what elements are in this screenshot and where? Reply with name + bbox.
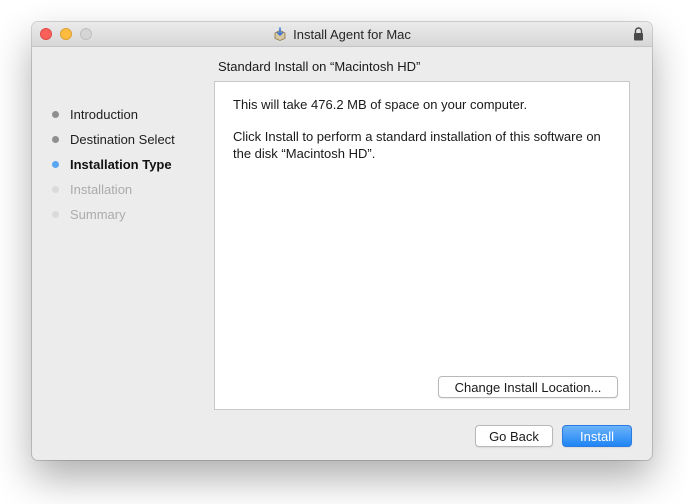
step-label: Summary xyxy=(70,207,126,222)
install-button[interactable]: Install xyxy=(562,425,632,447)
installer-window: Install Agent for Mac Standard Install o… xyxy=(32,22,652,460)
window-title-area: Install Agent for Mac xyxy=(32,22,652,46)
step-status-dot xyxy=(52,161,59,168)
install-instructions-text: Click Install to perform a standard inst… xyxy=(233,129,601,161)
section-title: Standard Install on “Macintosh HD” xyxy=(218,59,421,74)
step-installation-type: Installation Type xyxy=(52,152,175,177)
step-label: Installation xyxy=(70,182,133,197)
step-label: Destination Select xyxy=(70,132,175,147)
step-installation: Installation xyxy=(52,177,175,202)
space-required-text: This will take 476.2 MB of space on your… xyxy=(233,97,528,112)
installer-steps: Introduction Destination Select Installa… xyxy=(52,102,175,227)
content-panel: This will take 476.2 MB of space on your… xyxy=(214,81,630,410)
step-status-dot xyxy=(52,211,59,218)
step-destination-select: Destination Select xyxy=(52,127,175,152)
step-label: Installation Type xyxy=(70,157,172,172)
step-summary: Summary xyxy=(52,202,175,227)
step-status-dot xyxy=(52,111,59,118)
change-install-location-button[interactable]: Change Install Location... xyxy=(438,376,618,398)
installer-package-icon xyxy=(274,27,286,41)
lock-icon xyxy=(634,27,643,41)
title-bar: Install Agent for Mac xyxy=(32,22,652,47)
step-introduction: Introduction xyxy=(52,102,175,127)
step-status-dot xyxy=(52,136,59,143)
window-title: Install Agent for Mac xyxy=(293,26,411,42)
go-back-button[interactable]: Go Back xyxy=(475,425,553,447)
step-status-dot xyxy=(52,186,59,193)
step-label: Introduction xyxy=(70,107,138,122)
